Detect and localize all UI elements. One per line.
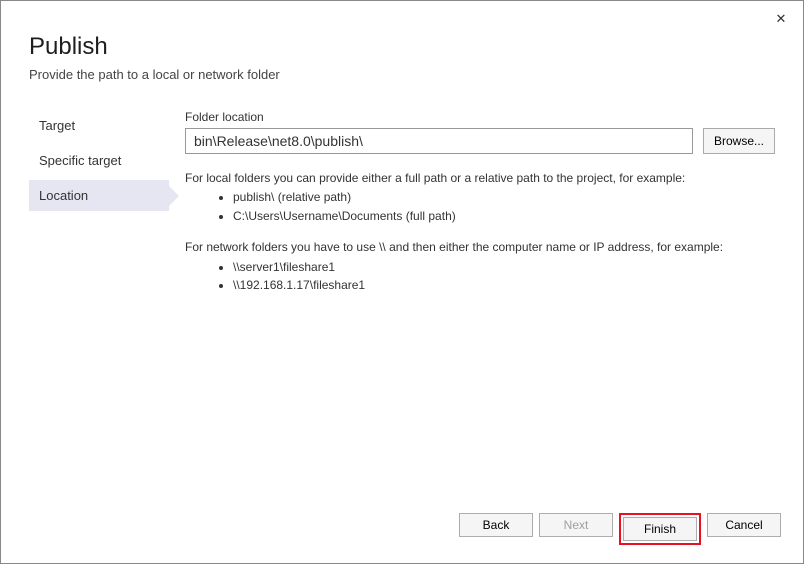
- help-network-example: \\server1\fileshare1: [233, 259, 775, 276]
- help-network-list: \\server1\fileshare1 \\192.168.1.17\file…: [233, 259, 775, 295]
- main-panel: Folder location Browse... For local fold…: [169, 110, 775, 308]
- finish-button[interactable]: Finish: [623, 517, 697, 541]
- finish-highlight: Finish: [619, 513, 701, 545]
- close-button[interactable]: ✕: [769, 7, 793, 31]
- next-button: Next: [539, 513, 613, 537]
- help-local-list: publish\ (relative path) C:\Users\Userna…: [233, 189, 775, 225]
- dialog-header: Publish Provide the path to a local or n…: [1, 1, 803, 82]
- sidebar-item-label: Target: [39, 118, 75, 133]
- sidebar-item-label: Specific target: [39, 153, 121, 168]
- dialog-footer: Back Next Finish Cancel: [459, 513, 781, 545]
- wizard-sidebar: Target Specific target Location: [29, 110, 169, 308]
- help-local-intro: For local folders you can provide either…: [185, 170, 775, 187]
- folder-row: Browse...: [185, 128, 775, 154]
- cancel-button[interactable]: Cancel: [707, 513, 781, 537]
- dialog-content: Target Specific target Location Folder l…: [1, 110, 803, 308]
- dialog-subtitle: Provide the path to a local or network f…: [29, 67, 775, 82]
- sidebar-item-specific-target[interactable]: Specific target: [29, 145, 169, 176]
- sidebar-item-label: Location: [39, 188, 88, 203]
- help-network-intro: For network folders you have to use \\ a…: [185, 239, 775, 256]
- close-icon: ✕: [776, 11, 787, 27]
- help-network-example: \\192.168.1.17\fileshare1: [233, 277, 775, 294]
- browse-button[interactable]: Browse...: [703, 128, 775, 154]
- help-text: For local folders you can provide either…: [185, 170, 775, 294]
- folder-location-label: Folder location: [185, 110, 775, 124]
- help-local-example: C:\Users\Username\Documents (full path): [233, 208, 775, 225]
- help-local-example: publish\ (relative path): [233, 189, 775, 206]
- back-button[interactable]: Back: [459, 513, 533, 537]
- sidebar-item-location[interactable]: Location: [29, 180, 169, 211]
- dialog-title: Publish: [29, 33, 775, 61]
- sidebar-item-target[interactable]: Target: [29, 110, 169, 141]
- folder-location-input[interactable]: [185, 128, 693, 154]
